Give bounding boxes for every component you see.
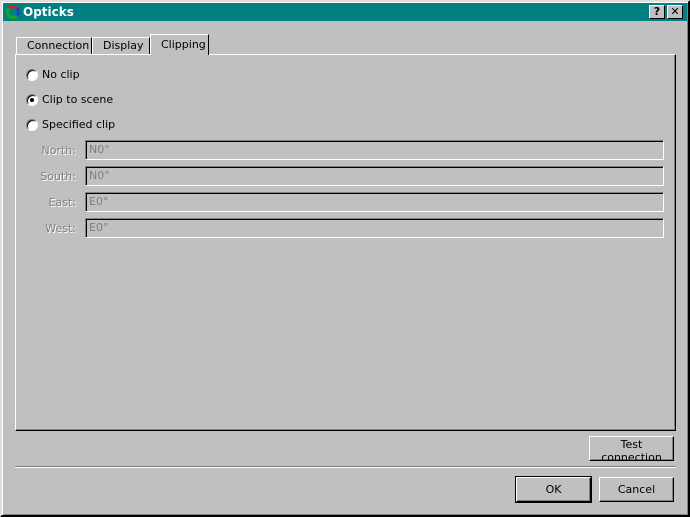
west-label: West: <box>45 222 76 235</box>
radio-label: No clip <box>42 68 80 81</box>
radio-button[interactable] <box>26 68 38 81</box>
radio-button[interactable] <box>26 93 38 106</box>
north-label: North: <box>41 144 76 157</box>
close-button[interactable]: ✕ <box>667 5 683 19</box>
window-title: Opticks <box>23 5 74 19</box>
test-connection-button[interactable]: Test connection <box>589 436 674 464</box>
tab-display[interactable]: Display <box>92 37 150 55</box>
south-input[interactable]: N0° <box>85 166 664 186</box>
tab-connection[interactable]: Connection <box>16 37 92 55</box>
south-label: South: <box>40 170 76 183</box>
title-bar: Opticks ? ✕ <box>3 3 687 21</box>
cancel-button[interactable]: Cancel <box>599 477 674 502</box>
radio-no-clip[interactable]: No clip <box>26 68 80 81</box>
help-button[interactable]: ? <box>649 5 665 19</box>
divider <box>15 466 676 468</box>
north-input[interactable]: N0° <box>85 140 664 160</box>
west-input[interactable]: E0° <box>85 218 664 238</box>
clipping-panel <box>15 54 676 431</box>
radio-label: Clip to scene <box>42 93 114 106</box>
east-input[interactable]: E0° <box>85 192 664 212</box>
radio-specified-clip[interactable]: Specified clip <box>26 118 115 131</box>
east-label: East: <box>48 196 76 209</box>
radio-clip-to-scene[interactable]: Clip to scene <box>26 93 113 106</box>
app-icon <box>6 5 20 19</box>
tab-clipping[interactable]: Clipping <box>150 34 209 55</box>
ok-button[interactable]: OK <box>515 476 592 503</box>
radio-label: Specified clip <box>42 118 116 131</box>
radio-button[interactable] <box>26 118 38 131</box>
